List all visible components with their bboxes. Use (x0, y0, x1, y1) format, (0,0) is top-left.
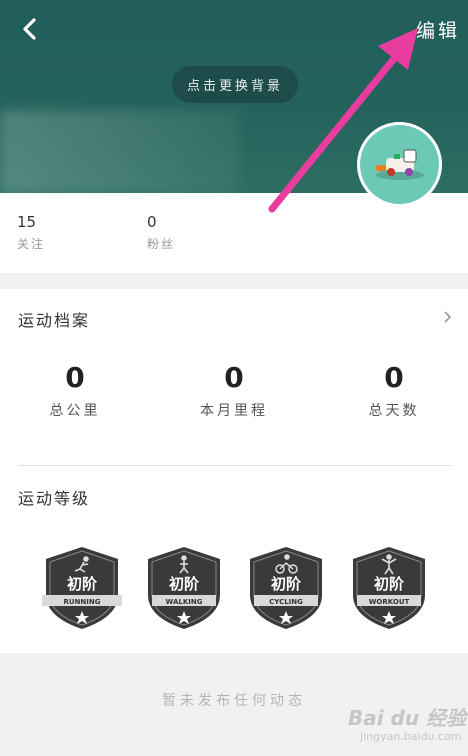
walking-sport-text: WALKING (166, 598, 203, 606)
total-km-value: 0 (65, 361, 85, 394)
followers-label: 粉丝 (147, 237, 176, 251)
followers-stat[interactable]: 0 粉丝 (147, 213, 175, 252)
avatar[interactable] (357, 122, 442, 207)
workout-level-badge[interactable]: 初阶 WORKOUT (349, 545, 429, 631)
sports-level-title: 运动等级 (18, 489, 91, 508)
sports-profile-title[interactable]: 运动档案 (18, 307, 90, 331)
workout-sport-text: WORKOUT (369, 598, 410, 606)
following-label: 关注 (17, 237, 46, 251)
following-count: 15 (17, 213, 37, 231)
running-level-text: 初阶 (67, 575, 98, 593)
total-days-value: 0 (384, 361, 404, 394)
change-background-button[interactable]: 点击更换背景 (172, 66, 298, 103)
header-blur-overlay (0, 110, 240, 193)
month-mileage-label: 本月里程 (200, 403, 268, 419)
total-days-metric: 0 总天数 (319, 361, 468, 420)
following-stat[interactable]: 15 关注 (17, 213, 45, 252)
section-divider (18, 465, 453, 466)
chevron-right-icon[interactable] (442, 309, 454, 325)
total-km-metric: 0 总公里 (0, 361, 150, 420)
avatar-image-icon (376, 149, 424, 180)
back-arrow-icon[interactable] (14, 12, 48, 46)
edit-button[interactable]: 编辑 (416, 16, 460, 43)
walking-level-text: 初阶 (169, 575, 200, 593)
cycling-level-badge[interactable]: 初阶 CYCLING (246, 545, 326, 631)
total-km-label: 总公里 (49, 403, 101, 419)
walking-level-badge[interactable]: 初阶 WALKING (144, 545, 224, 631)
watermark-url: jingyan.baidu.com (360, 730, 462, 743)
month-mileage-value: 0 (224, 361, 244, 394)
followers-count: 0 (147, 213, 157, 231)
month-mileage-metric: 0 本月里程 (159, 361, 309, 420)
cycling-level-text: 初阶 (271, 575, 302, 593)
running-level-badge[interactable]: 初阶 RUNNING (42, 545, 122, 631)
cycling-sport-text: CYCLING (269, 598, 303, 606)
watermark-logo: Bai du 经验 (348, 706, 467, 730)
total-days-label: 总天数 (368, 403, 420, 419)
running-sport-text: RUNNING (64, 598, 101, 606)
sports-profile-card: 运动档案 0 总公里 0 本月里程 0 总天数 运动等级 初阶 RUNNING … (0, 289, 468, 653)
workout-level-text: 初阶 (374, 575, 405, 593)
